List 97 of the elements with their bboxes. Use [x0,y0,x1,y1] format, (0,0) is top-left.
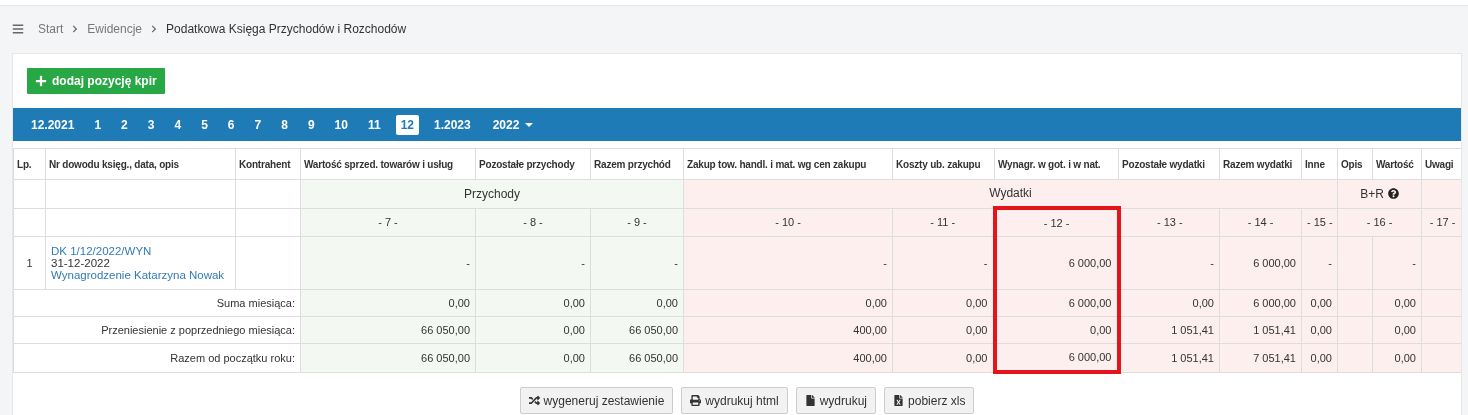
table-cell: - [1372,236,1422,290]
period-tab[interactable]: 3 [142,114,160,135]
column-header: Pozostałe przychody [475,148,591,180]
entry-date: 31-12-2022 [51,257,111,269]
column-header: Kontrahent [235,148,301,180]
table-cell: 6 000,00 [994,236,1119,290]
column-number: - 11 - [892,208,995,237]
table-cell: 400,00 [683,316,893,344]
column-header: Uwagi [1421,148,1461,180]
table-cell: 0,00 [300,289,476,317]
column-header: Pozostałe wydatki [1118,148,1220,180]
table-cell: - [892,236,995,290]
table-cell: 66 050,00 [590,316,684,344]
period-tab[interactable]: 6 [222,114,240,135]
period-tab[interactable]: 1.2023 [429,114,476,135]
column-header: Opis [1337,148,1373,180]
group-header: Wydatki [683,179,1338,208]
table-cell: 66 050,00 [300,316,476,344]
column-header: Razem przychód [590,148,684,180]
table-cell: - [683,236,893,290]
column-header: Koszty ub. zakupu [892,148,995,180]
document-link[interactable]: DK 1/12/2022/WYN [51,245,230,257]
period-tab[interactable]: 1 [89,114,107,135]
period-tab[interactable]: 4 [169,114,187,135]
column-header: Wartość sprzed. towarów i usług [300,148,476,180]
table-cell: - [1118,236,1220,290]
spreadsheet-file-icon [893,395,905,406]
column-header: Wynagr. w got. i w nat. [994,148,1119,180]
summary-label: Razem od początku roku: [13,343,301,372]
table-cell: 6 000,00 [994,289,1119,317]
period-tab[interactable]: 12 [395,114,419,135]
action-button[interactable]: pobierz xls [884,387,975,414]
period-tab[interactable]: 8 [276,114,293,135]
row-number: 1 [13,236,46,290]
column-header: Nr dowodu księg., data, opis [45,148,236,180]
period-tab[interactable]: 9 [302,114,320,135]
table-cell: 0,00 [475,316,591,344]
chevron-right-icon [71,25,80,33]
column-number: - 7 - [300,208,476,237]
table-cell: 0,00 [590,289,684,317]
table-cell: 1 051,41 [1219,316,1302,344]
table-cell: 0,00 [892,316,995,344]
period-tab[interactable]: 5 [196,114,213,135]
column-number: - 9 - [590,208,684,237]
action-button[interactable]: wydrukuj [795,387,877,414]
table-cell: 0,00 [683,289,893,317]
help-icon[interactable] [1387,188,1399,200]
table-cell: 400,00 [683,343,893,372]
description-link[interactable]: Wynagrodzenie Katarzyna Nowak [51,269,230,281]
caret-icon [525,122,534,127]
group-header: B+R [1337,179,1422,208]
table-cell: 0,00 [475,343,591,372]
table-cell: 0,00 [994,316,1119,344]
table-cell: - [475,236,591,290]
column-header: Wartość [1372,148,1422,180]
table-cell: 66 050,00 [590,343,684,372]
breadcrumb-link[interactable]: Start [38,22,64,36]
printer-icon [690,395,702,406]
table-cell: - [590,236,684,290]
table-cell: - [300,236,476,290]
table-cell: - [1301,236,1338,290]
period-tab[interactable]: 10 [329,114,353,135]
period-tab[interactable]: 12.2021 [26,114,80,135]
column-number: - 10 - [683,208,893,237]
breadcrumb-link[interactable]: Podatkowa Księga Przychodów i Rozchodów [166,22,407,36]
column-header: Zakup tow. handl. i mat. wg cen zakupu [683,148,893,180]
summary-label: Suma miesiąca: [13,289,301,317]
column-number: - 12 - [994,208,1119,237]
period-tab[interactable]: 11 [362,114,386,135]
period-tab[interactable]: 7 [249,114,267,135]
action-button[interactable]: wygeneruj zestawienie [519,387,674,414]
breadcrumb-link[interactable]: Ewidencje [87,22,143,36]
table-cell: 6 000,00 [1219,289,1302,317]
table-cell: 66 050,00 [300,343,476,372]
menu-icon[interactable] [12,23,24,35]
period-tab[interactable]: 2 [116,114,133,135]
shuffle-icon [528,395,540,406]
action-button[interactable]: wydrukuj html [681,387,788,414]
group-header: Przychody [300,179,684,208]
file-icon [804,395,816,406]
year-dropdown[interactable]: 2022 [488,114,538,135]
table-cell: 0,00 [892,289,995,317]
table-cell: 6 000,00 [1219,236,1302,290]
table-cell: 7 051,41 [1219,343,1302,372]
column-number: - 8 - [475,208,591,237]
summary-label: Przeniesienie z poprzedniego miesiąca: [13,316,301,344]
table-cell: 0,00 [892,343,995,372]
table-cell: 6 000,00 [994,343,1119,372]
chevron-right-icon [150,25,159,33]
column-header: Inne [1301,148,1338,180]
column-number: - 14 - [1219,208,1302,237]
column-header: Razem wydatki [1219,148,1302,180]
table-cell: 0,00 [475,289,591,317]
plus-icon [35,75,47,87]
column-header: Lp. [13,148,46,180]
add-entry-button[interactable]: dodaj pozycję kpir [27,68,165,94]
column-number: - 16 - [1337,208,1422,237]
